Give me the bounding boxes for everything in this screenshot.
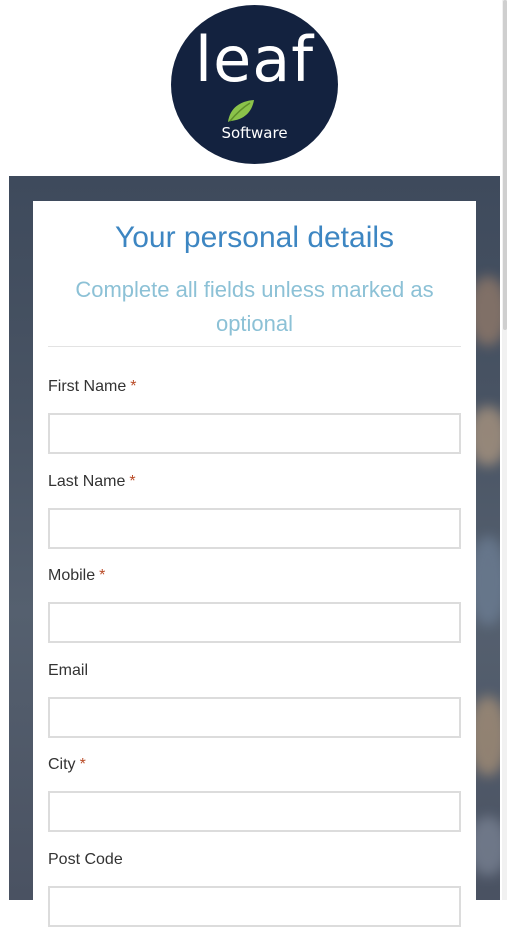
first-name-label: First Name [48,378,127,395]
last-name-field: Last Name * [48,472,461,549]
divider [48,346,461,347]
page-scrollbar[interactable] [502,0,507,900]
last-name-label: Last Name [48,473,126,490]
mobile-field: Mobile * [48,566,461,643]
email-label: Email [48,662,89,679]
logo-subtitle: Software [221,124,288,142]
required-marker: * [79,756,86,773]
city-label: City [48,756,76,773]
last-name-input[interactable] [48,508,461,549]
email-field: Email [48,661,461,738]
required-marker: * [99,567,106,584]
post-code-field: Post Code [48,850,461,927]
personal-details-form: Your personal details Complete all field… [33,201,476,927]
email-input[interactable] [48,697,461,738]
logo-word: leaf [194,23,315,96]
post-code-label: Post Code [48,851,123,868]
leaf-software-logo: leaf Software [171,5,338,164]
city-input[interactable] [48,791,461,832]
city-field: City * [48,755,461,832]
leaf-icon [228,100,254,122]
mobile-input[interactable] [48,602,461,643]
mobile-label: Mobile [48,567,96,584]
first-name-field: First Name * [48,377,461,454]
scrollbar-thumb[interactable] [503,0,507,330]
required-marker: * [130,378,137,395]
required-marker: * [129,473,136,490]
post-code-input[interactable] [48,886,461,927]
form-subtitle: Complete all fields unless marked as opt… [75,277,434,336]
first-name-input[interactable] [48,413,461,454]
form-title: Your personal details [114,221,395,254]
